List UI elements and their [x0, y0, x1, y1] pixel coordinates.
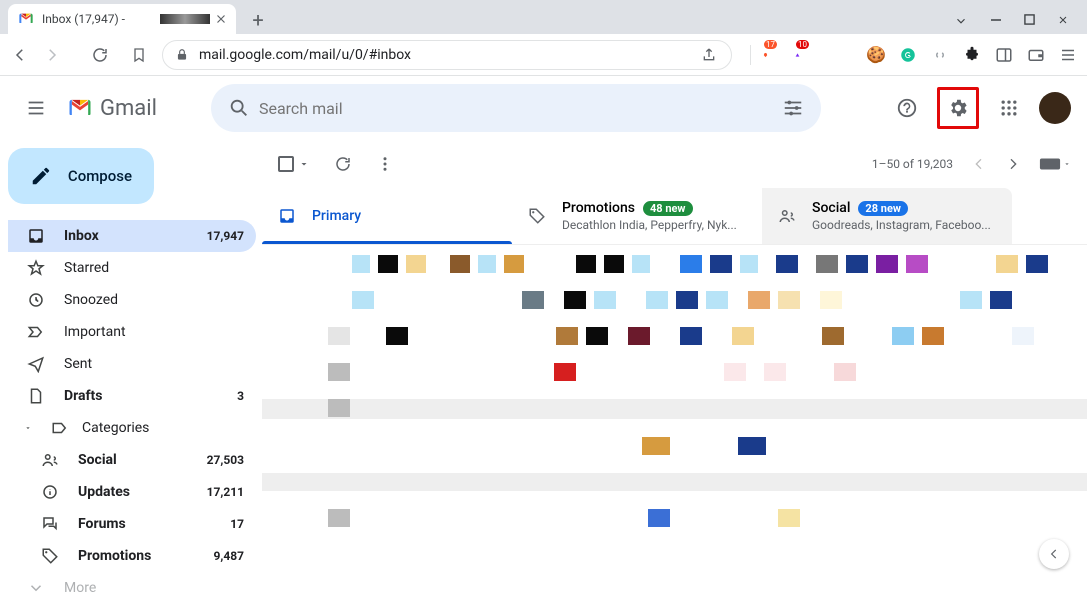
- tab-promotions[interactable]: Promotions48 new Decathlon India, Pepper…: [512, 188, 762, 244]
- mail-row[interactable]: [322, 291, 1067, 309]
- browser-tab-strip: Inbox (17,947) - +: [0, 0, 1087, 34]
- nav-cat-forums[interactable]: Forums 17: [8, 508, 256, 540]
- mail-row[interactable]: [262, 473, 1087, 491]
- new-tab-button[interactable]: +: [244, 6, 272, 34]
- gmail-header: Gmail: [0, 76, 1087, 140]
- search-input[interactable]: [259, 99, 773, 118]
- mail-list: [262, 245, 1087, 587]
- side-panel-toggle[interactable]: [1039, 539, 1069, 569]
- address-bar[interactable]: mail.google.com/mail/u/0/#inbox: [162, 40, 732, 70]
- mail-row[interactable]: [322, 437, 1067, 455]
- puzzle-icon[interactable]: [963, 46, 981, 64]
- main-menu-button[interactable]: [16, 88, 56, 128]
- url-text: mail.google.com/mail/u/0/#inbox: [199, 47, 411, 63]
- nav-more[interactable]: More: [8, 572, 256, 604]
- people-icon: [778, 207, 796, 225]
- share-icon[interactable]: [699, 45, 719, 65]
- nav-cat-social[interactable]: Social 27,503: [8, 444, 256, 476]
- people-icon: [40, 450, 60, 470]
- nav-cat-promotions[interactable]: Promotions 9,487: [8, 540, 256, 572]
- bookmark-icon[interactable]: [129, 45, 149, 65]
- back-button[interactable]: [10, 45, 30, 65]
- brave-shield-icon[interactable]: 10: [795, 46, 813, 64]
- gmail-logo[interactable]: Gmail: [66, 94, 157, 122]
- info-icon: [40, 482, 60, 502]
- gmail-favicon: [18, 11, 34, 27]
- star-icon: [26, 258, 46, 278]
- support-button[interactable]: [887, 88, 927, 128]
- nav-important[interactable]: Important: [8, 316, 256, 348]
- label-icon: [50, 418, 70, 438]
- pencil-icon: [30, 165, 52, 187]
- mail-row[interactable]: [322, 363, 1067, 381]
- close-tab-icon[interactable]: [214, 12, 228, 26]
- lock-icon: [175, 48, 189, 62]
- forward-button[interactable]: [42, 45, 62, 65]
- caret-icon: [18, 418, 38, 438]
- tab-primary[interactable]: Primary: [262, 188, 512, 244]
- next-page-button[interactable]: [1005, 156, 1021, 172]
- category-tabs: Primary Promotions48 new Decathlon India…: [262, 188, 1087, 245]
- tag-icon: [40, 546, 60, 566]
- inbox-icon: [26, 226, 46, 246]
- settings-button[interactable]: [937, 87, 979, 129]
- nav-starred[interactable]: Starred: [8, 252, 256, 284]
- mail-row[interactable]: [322, 327, 1067, 345]
- more-button[interactable]: [376, 155, 394, 173]
- search-options-icon[interactable]: [773, 88, 813, 128]
- nav-categories[interactable]: Categories: [8, 412, 256, 444]
- chevron-down-icon: [26, 578, 46, 598]
- input-tools-button[interactable]: [1039, 157, 1071, 171]
- apps-button[interactable]: [989, 88, 1029, 128]
- tab-title: Inbox (17,947) -: [42, 12, 160, 26]
- compose-button[interactable]: Compose: [8, 148, 154, 204]
- browser-tab[interactable]: Inbox (17,947) -: [8, 4, 236, 34]
- prev-page-button[interactable]: [971, 156, 987, 172]
- browser-toolbar: mail.google.com/mail/u/0/#inbox 17 10 🍪: [0, 34, 1087, 76]
- chevron-down-icon[interactable]: [954, 14, 968, 28]
- promotions-badge: 48 new: [643, 201, 693, 216]
- extension-icons: 17 10 🍪: [763, 46, 1077, 64]
- brave-icon[interactable]: 17: [763, 46, 781, 64]
- tag-icon: [528, 207, 546, 225]
- nav-snoozed[interactable]: Snoozed: [8, 284, 256, 316]
- page-range: 1–50 of 19,203: [872, 157, 953, 171]
- important-icon: [26, 322, 46, 342]
- social-badge: 28 new: [858, 201, 908, 216]
- sidebar: Compose Inbox 17,947 Starred Snoozed Imp…: [0, 140, 256, 587]
- select-all-checkbox[interactable]: [278, 156, 310, 172]
- wallet-icon[interactable]: [1027, 46, 1045, 64]
- caret-down-icon: [298, 158, 310, 170]
- link-icon[interactable]: [931, 46, 949, 64]
- close-window-icon[interactable]: [1057, 14, 1069, 28]
- mail-toolbar: 1–50 of 19,203: [262, 140, 1087, 188]
- refresh-button[interactable]: [334, 155, 352, 173]
- clock-icon: [26, 290, 46, 310]
- file-icon: [26, 386, 46, 406]
- inbox-icon: [278, 207, 296, 225]
- compose-label: Compose: [68, 167, 132, 185]
- content-pane: 1–50 of 19,203 Primary Promotions48 new …: [256, 140, 1087, 587]
- forum-icon: [40, 514, 60, 534]
- nav-drafts[interactable]: Drafts 3: [8, 380, 256, 412]
- mail-row[interactable]: [262, 399, 1087, 419]
- tab-social[interactable]: Social28 new Goodreads, Instagram, Faceb…: [762, 188, 1012, 244]
- nav-inbox[interactable]: Inbox 17,947: [8, 220, 256, 252]
- minimize-icon[interactable]: [990, 14, 1002, 28]
- cookie-icon[interactable]: 🍪: [867, 46, 885, 64]
- maximize-icon[interactable]: [1024, 14, 1035, 28]
- gmail-logo-text: Gmail: [100, 96, 157, 121]
- grammarly-icon[interactable]: [899, 46, 917, 64]
- sidepanel-icon[interactable]: [995, 46, 1013, 64]
- account-avatar[interactable]: [1039, 92, 1071, 124]
- menu-icon[interactable]: [1059, 46, 1077, 64]
- reload-button[interactable]: [90, 45, 110, 65]
- search-box[interactable]: [211, 84, 821, 132]
- nav-cat-updates[interactable]: Updates 17,211: [8, 476, 256, 508]
- search-icon[interactable]: [219, 88, 259, 128]
- mail-row[interactable]: [322, 255, 1067, 273]
- nav-sent[interactable]: Sent: [8, 348, 256, 380]
- mail-row[interactable]: [322, 509, 1067, 527]
- send-icon: [26, 354, 46, 374]
